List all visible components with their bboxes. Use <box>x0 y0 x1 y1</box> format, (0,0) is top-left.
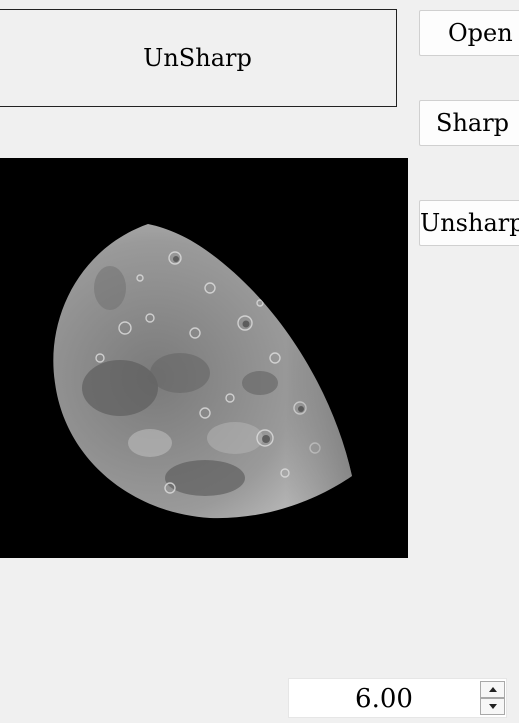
operation-title-label: UnSharp <box>0 9 397 107</box>
moon-image <box>0 158 408 558</box>
decrement-button[interactable] <box>480 698 505 715</box>
unsharp-button[interactable]: Unsharp <box>419 200 519 246</box>
image-display <box>0 158 408 558</box>
increment-button[interactable] <box>480 681 505 698</box>
open-button[interactable]: Open <box>419 10 519 56</box>
amount-value[interactable]: 6.00 <box>289 679 479 717</box>
arrow-up-icon <box>488 687 497 692</box>
sharp-button[interactable]: Sharp <box>419 100 519 146</box>
amount-spinbox[interactable]: 6.00 <box>288 678 507 718</box>
arrow-down-icon <box>488 704 497 709</box>
